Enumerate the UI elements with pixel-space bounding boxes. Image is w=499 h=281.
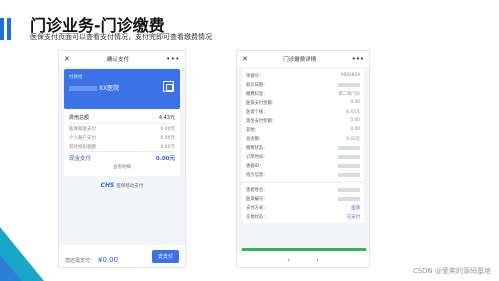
detail-row: 医保编号： — [246, 194, 360, 203]
detail-row: 其他： 0.00 — [246, 125, 360, 134]
detail-label: 缴费科室： — [246, 91, 268, 97]
detail-label: 缴费状态： — [246, 145, 268, 151]
nav-bar: ✕ 确认支付 ••• — [59, 51, 185, 67]
pay-button[interactable]: 去支付 — [151, 249, 179, 263]
total-row: 费用总额 4.43元 — [69, 112, 175, 124]
payee-label: 付款给 — [69, 75, 83, 80]
detail-value — [338, 82, 360, 87]
page-subtitle: 医保支付页面可以查看支付情况，支付完即可查看缴费情况 — [30, 33, 212, 41]
detail-row: 就诊日期： — [246, 80, 360, 89]
payee-header: 付款给 XX医院 — [64, 69, 180, 109]
detail-row: 收据ID： — [246, 161, 360, 170]
detail-label: 总金额： — [246, 136, 264, 142]
nav-title: 确认支付 — [106, 57, 129, 63]
detail-row: 指引信息： — [246, 170, 360, 179]
detail-label: 其他： — [246, 127, 259, 133]
detail-row: 订单时间： — [246, 152, 360, 161]
deduct-row: 其他抵扣金额 0.00元 — [69, 144, 175, 150]
chevron-left-icon[interactable]: ‹ — [287, 256, 290, 264]
detail-label: 订单时间： — [246, 154, 268, 160]
detail-value — [338, 154, 360, 159]
progress-bar — [242, 248, 366, 251]
detail-label: 就诊日期： — [246, 82, 268, 88]
payment-summary-card: 费用总额 4.43元 医保基金支付 0.00元 个人账户支付 0.00元 其他抵扣金额… — [64, 109, 180, 176]
detail-label: 医保编号： — [246, 196, 268, 202]
detail-label: 支付方式： — [246, 205, 268, 211]
amount-due: ¥0.00 — [98, 255, 119, 264]
detail-value: 9602839 — [340, 73, 360, 78]
detail-label: 交易状态： — [246, 214, 268, 220]
payment-details-screen: ✕ 门诊缴费详情 ••• 单据号： 9602839 就诊日期： 缴费科室： 第二科门诊医… — [236, 50, 370, 268]
detail-label: 指引信息： — [246, 172, 268, 178]
detail-row: 总金额： 4.43元 — [246, 134, 360, 143]
corner-decoration-inner — [0, 255, 22, 281]
detail-row: 医保支付金额： 0.00 — [246, 98, 360, 107]
amount-due-label: 您还需支付： — [65, 257, 96, 264]
detail-value — [338, 187, 360, 192]
browser-nav: ‹ › — [237, 253, 369, 267]
detail-row: 医保个账： 4.43元 — [246, 107, 360, 116]
pay-bar: 您还需支付： ¥0.00 去支付 — [59, 245, 185, 267]
title-accent-bar — [0, 18, 14, 40]
detail-row: 现金支付金额： 0.00 — [246, 116, 360, 125]
detail-value: 已支付 — [347, 214, 360, 220]
detail-row: 交易状态： 已支付 — [246, 212, 360, 221]
detail-value: 4.43元 — [346, 136, 360, 142]
detail-label: 收据ID： — [246, 163, 264, 169]
detail-value: 0.00 — [350, 127, 360, 132]
nav-title: 门诊缴费详情 — [283, 57, 317, 63]
detail-label: 患者姓名： — [246, 187, 268, 193]
confirm-payment-screen: ✕ 确认支付 ••• 付款给 XX医院 费用总额 4.43元 医保基金支付 0.00… — [58, 50, 186, 268]
chevron-right-icon[interactable]: › — [316, 256, 319, 264]
detail-row: 缴费状态： — [246, 143, 360, 152]
hospital-icon — [163, 81, 174, 92]
detail-value — [338, 196, 360, 201]
detail-value: 医保 — [351, 205, 360, 211]
more-icon[interactable]: ••• — [352, 55, 364, 63]
detail-row: 单据号： 9602839 — [246, 71, 360, 80]
fund-row: 医保基金支付 0.00元 — [69, 126, 175, 132]
hospital-name: XX医院 — [69, 83, 119, 92]
detail-label: 单据号： — [246, 73, 264, 79]
view-details-link[interactable]: 查看明细 — [69, 163, 175, 173]
detail-value — [338, 163, 360, 168]
detail-value: 0.00 — [350, 100, 360, 105]
nav-bar: ✕ 门诊缴费详情 ••• — [237, 51, 369, 67]
bill-details-card: 单据号： 9602839 就诊日期： 缴费科室： 第二科门诊医保支付金额： 0.00 医保个… — [242, 69, 364, 181]
watermark: CSDN @爱笑的源码基地 — [412, 267, 491, 275]
detail-value: 0.00 — [350, 118, 360, 123]
detail-value — [338, 145, 360, 150]
detail-label: 医保支付金额： — [246, 100, 277, 106]
account-row: 个人账户支付 0.00元 — [69, 135, 175, 141]
detail-label: 医保个账： — [246, 109, 268, 115]
more-icon[interactable]: ••• — [166, 55, 180, 63]
detail-value: 4.43元 — [346, 109, 360, 115]
patient-details-card: 患者姓名： 医保编号： 支付方式： 医保交易状态： 已支付 — [242, 183, 364, 223]
detail-row: 患者姓名： — [246, 185, 360, 194]
close-icon[interactable]: ✕ — [242, 55, 248, 63]
detail-row: 缴费科室： 第二科门诊 — [246, 89, 360, 98]
detail-label: 现金支付金额： — [246, 118, 277, 124]
detail-value: 第二科门诊 — [338, 91, 360, 97]
detail-row: 支付方式： 医保 — [246, 203, 360, 212]
close-icon[interactable]: ✕ — [64, 55, 70, 63]
detail-value — [338, 172, 360, 177]
chs-logo: CHS 医保移动支付 — [100, 182, 144, 189]
cash-row: 现金支付 0.00元 — [69, 151, 175, 163]
